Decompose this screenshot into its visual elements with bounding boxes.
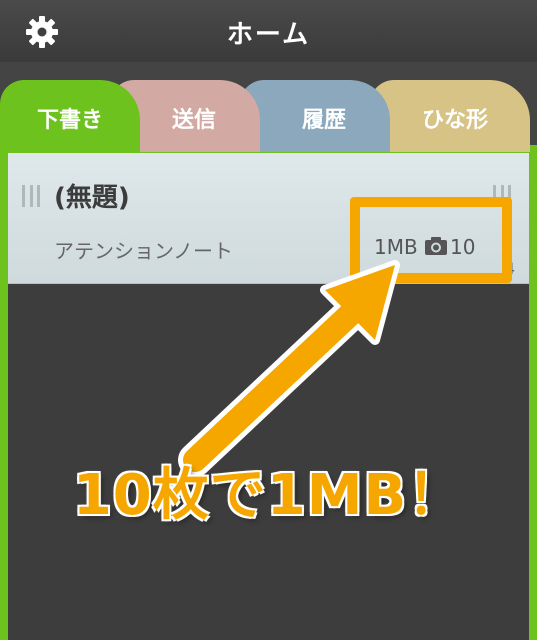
tab-label: 下書き	[36, 108, 103, 133]
annotation-caption: 10枚で1MB！	[72, 463, 465, 528]
tab-templates[interactable]: ひな形	[370, 80, 530, 152]
tab-label: 送信	[171, 108, 216, 133]
tab-label: ひな形	[421, 108, 488, 133]
tab-drafts[interactable]: 下書き	[0, 80, 140, 152]
tab-label: 履歴	[301, 108, 346, 133]
tab-history[interactable]: 履歴	[240, 80, 390, 152]
